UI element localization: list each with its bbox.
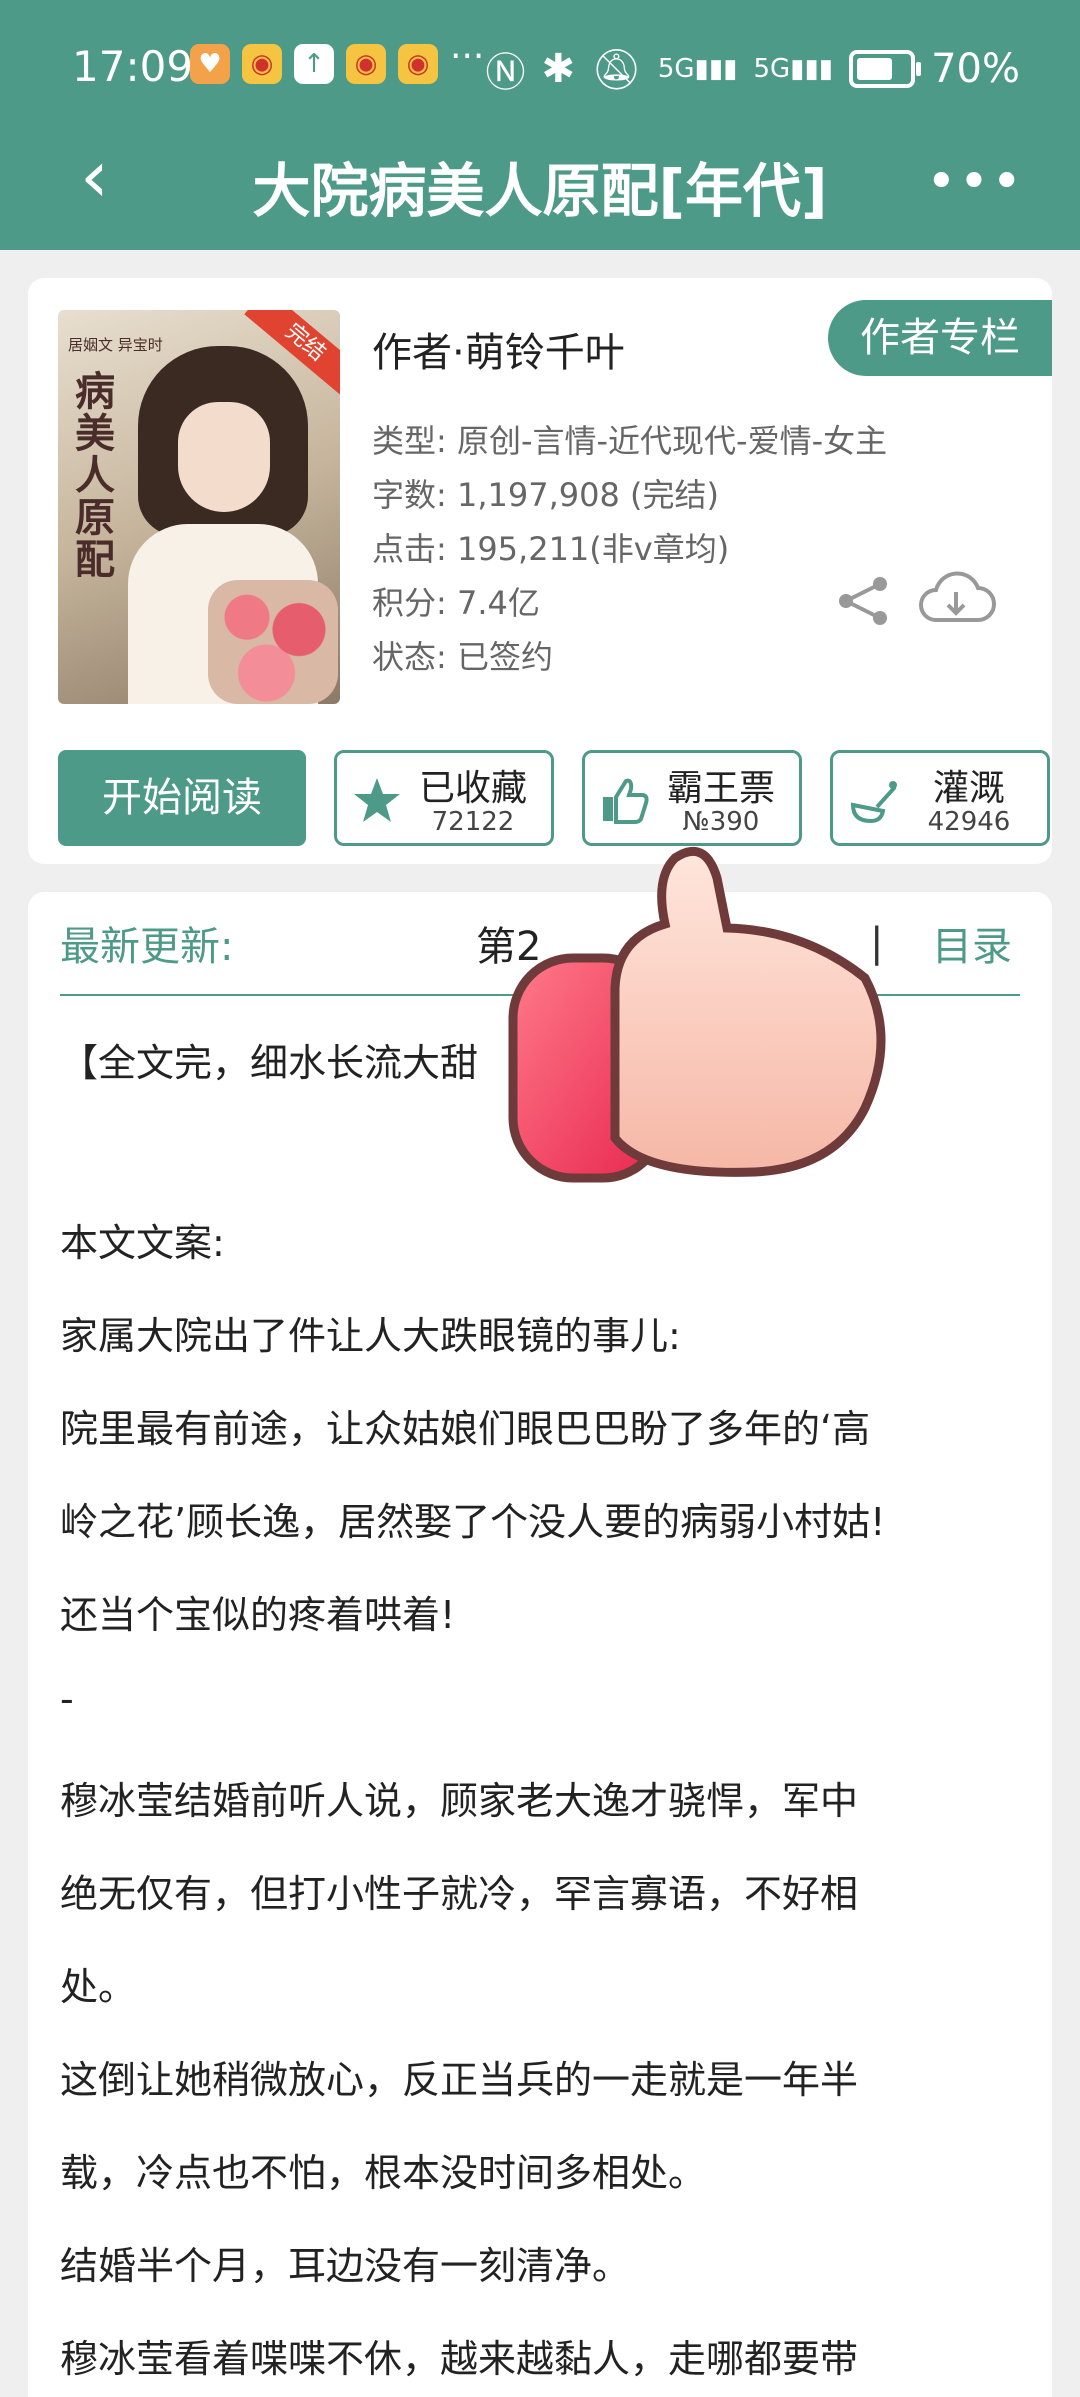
like-animation-icon (508, 846, 886, 1183)
synopsis-line: 绝无仅有，但打小性子就冷，罕言寡语，不好相 (60, 1872, 859, 1916)
synopsis-line: 穆冰莹看着喋喋不休，越来越黏人，走哪都要带 (60, 2337, 859, 2381)
book-type: 类型: 原创-言情-近代现代-爱情-女主 (372, 422, 888, 460)
star-icon (354, 778, 400, 822)
latest-update-label: 最新更新: (60, 924, 234, 970)
upload-icon: ↑ (294, 44, 334, 84)
notification-icons: ♥ ◉ ↑ ◉ ◉ (190, 44, 438, 84)
system-indicators: Ⓝ ✱ 🔕︎ 5G▮▮▮ 5G▮▮▮ 70% (486, 40, 1020, 98)
synopsis-line: 本文文案: (60, 1221, 225, 1265)
water-label: 灌溉 (932, 768, 1005, 809)
ticket-button[interactable]: 霸王票 №390 (582, 750, 802, 846)
favorite-label: 已收藏 (418, 768, 527, 809)
weibo-icon: ◉ (346, 44, 386, 84)
weibo-icon: ◉ (242, 44, 282, 84)
synopsis-line: - (60, 1677, 74, 1721)
book-word-count: 字数: 1,197,908 (完结) (372, 476, 719, 514)
ticket-rank: №390 (682, 807, 760, 837)
mute-icon: 🔕︎ (591, 46, 642, 93)
battery-percent: 70% (931, 46, 1020, 92)
book-info-card: 居姻文 异宝时 病美人原配 完结 作者·萌铃千叶 作者专栏 类型: 原创-言情-… (28, 278, 1052, 864)
book-clicks: 点击: 195,211(非v章均) (372, 530, 730, 568)
signal-5g-icon: 5G▮▮▮ (657, 54, 738, 84)
thumbs-up-icon (603, 778, 649, 824)
share-icon[interactable] (836, 576, 892, 626)
watering-can-icon (850, 781, 897, 824)
synopsis-line: 结婚半个月，耳边没有一刻清净。 (60, 2244, 631, 2288)
action-buttons: 开始阅读 已收藏 72122 霸王票 №390 灌溉 42946 (58, 750, 1050, 846)
title-row: ‹ 大院病美人原配[年代] ••• (0, 130, 1080, 250)
favorite-count: 72122 (431, 807, 515, 837)
cover-small-text: 居姻文 异宝时 (68, 336, 163, 354)
status-bar: 17:09 ♥ ◉ ↑ ◉ ◉ ··· Ⓝ ✱ 🔕︎ 5G▮▮▮ 5G▮▮▮ 7… (0, 0, 1080, 130)
author-name[interactable]: 作者·萌铃千叶 (372, 320, 625, 378)
more-notifications-icon: ··· (450, 36, 485, 77)
start-reading-button[interactable]: 开始阅读 (58, 750, 306, 846)
more-menu-icon[interactable]: ••• (926, 152, 1024, 212)
weibo-icon: ◉ (398, 44, 438, 84)
synopsis-line: 家属大院出了件让人大跌眼镜的事儿: (60, 1314, 681, 1358)
cover-title: 病美人原配 (68, 370, 114, 580)
book-status: 状态: 已签约 (372, 638, 553, 676)
signal-5g-icon: 5G▮▮▮ (753, 54, 834, 84)
page-title: 大院病美人原配[年代] (252, 157, 828, 225)
book-cover[interactable]: 居姻文 异宝时 病美人原配 完结 (58, 310, 340, 704)
water-button[interactable]: 灌溉 42946 (830, 750, 1050, 846)
app-notification-icon: ♥ (190, 44, 230, 84)
book-score: 积分: 7.4亿 (372, 584, 540, 622)
app-header: 17:09 ♥ ◉ ↑ ◉ ◉ ··· Ⓝ ✱ 🔕︎ 5G▮▮▮ 5G▮▮▮ 7… (0, 0, 1080, 250)
synopsis-line: 还当个宝似的疼着哄着! (60, 1593, 456, 1637)
synopsis-line: 岭之花’顾长逸，居然娶了个没人要的病弱小村姑! (60, 1500, 886, 1544)
battery-icon (849, 50, 922, 88)
favorite-button[interactable]: 已收藏 72122 (334, 750, 554, 846)
status-time: 17:09 (72, 42, 194, 91)
synopsis-line: 这倒让她稍微放心，反正当兵的一走就是一年半 (60, 2058, 859, 2102)
synopsis-line: 穆冰莹结婚前听人说，顾家老大逸才骁悍，军中 (60, 1779, 859, 1823)
nfc-icon: Ⓝ (485, 50, 526, 96)
synopsis-line: 院里最有前途，让众姑娘们眼巴巴盼了多年的‘高 (60, 1407, 871, 1451)
book-meta: 类型: 原创-言情-近代现代-爱情-女主 字数: 1,197,908 (完结) … (372, 414, 887, 684)
synopsis-line: 处。 (60, 1965, 137, 2009)
water-count: 42946 (927, 807, 1011, 837)
table-of-contents-link[interactable]: 目录 (932, 914, 1012, 972)
download-icon[interactable] (916, 568, 996, 632)
bluetooth-icon: ✱ (541, 46, 576, 92)
synopsis-line: 载，冷点也不怕，根本没时间多相处。 (60, 2151, 707, 2195)
ticket-label: 霸王票 (666, 768, 775, 809)
author-column-button[interactable]: 作者专栏 (828, 300, 1052, 376)
